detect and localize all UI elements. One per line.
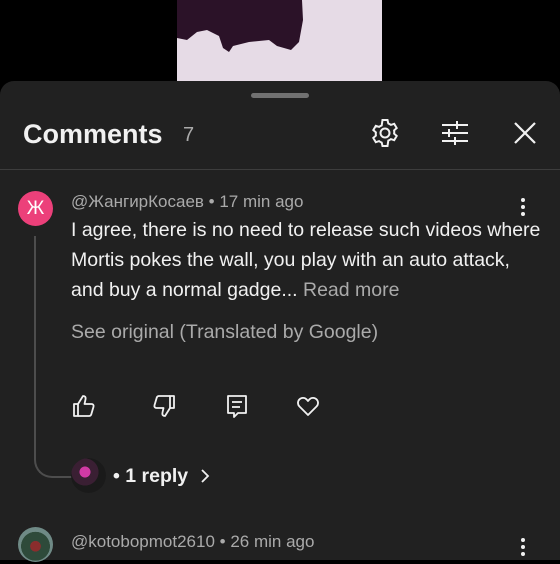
chevron-right-icon (200, 467, 210, 490)
avatar (71, 458, 106, 493)
comment-time: 17 min ago (219, 192, 304, 211)
comments-title: Comments (23, 119, 163, 149)
video-thumbnail[interactable] (177, 0, 382, 81)
gear-icon[interactable] (369, 117, 401, 149)
see-original-link[interactable]: See original (Translated by Google) (71, 321, 378, 344)
thumb-down-icon[interactable] (151, 393, 177, 419)
heart-icon[interactable] (295, 393, 321, 419)
comment-reply-icon[interactable] (224, 393, 250, 419)
comments-header: Comments 7 (0, 81, 560, 169)
comment-author[interactable]: @ЖангирКосаев (71, 192, 204, 211)
comments-count: 7 (183, 124, 195, 146)
thread-line (34, 236, 74, 478)
comment-meta: @ЖангирКосаев • 17 min ago (71, 192, 303, 212)
read-more-link[interactable]: Read more (303, 279, 399, 301)
comments-sheet: Comments 7 Ж @ЖангирКосаев • 17 min ago … (0, 81, 560, 562)
thumb-up-icon[interactable] (71, 393, 97, 419)
avatar[interactable]: Ж (18, 191, 53, 226)
avatar[interactable] (18, 527, 53, 562)
replies-label: • 1 reply (113, 465, 189, 487)
header-divider (0, 169, 560, 170)
close-icon[interactable] (509, 117, 541, 149)
sliders-icon[interactable] (439, 117, 471, 149)
more-vertical-icon[interactable] (512, 535, 534, 559)
comment-text: I agree, there is no need to release suc… (71, 215, 541, 305)
meta-separator: • (214, 532, 231, 551)
comment-meta: @kotobopmot2610 • 26 min ago (71, 532, 314, 552)
comment-author[interactable]: @kotobopmot2610 (71, 532, 215, 551)
view-replies-button[interactable]: • 1 reply (113, 465, 210, 490)
meta-separator: • (203, 192, 220, 211)
comment-time: 26 min ago (230, 532, 315, 551)
